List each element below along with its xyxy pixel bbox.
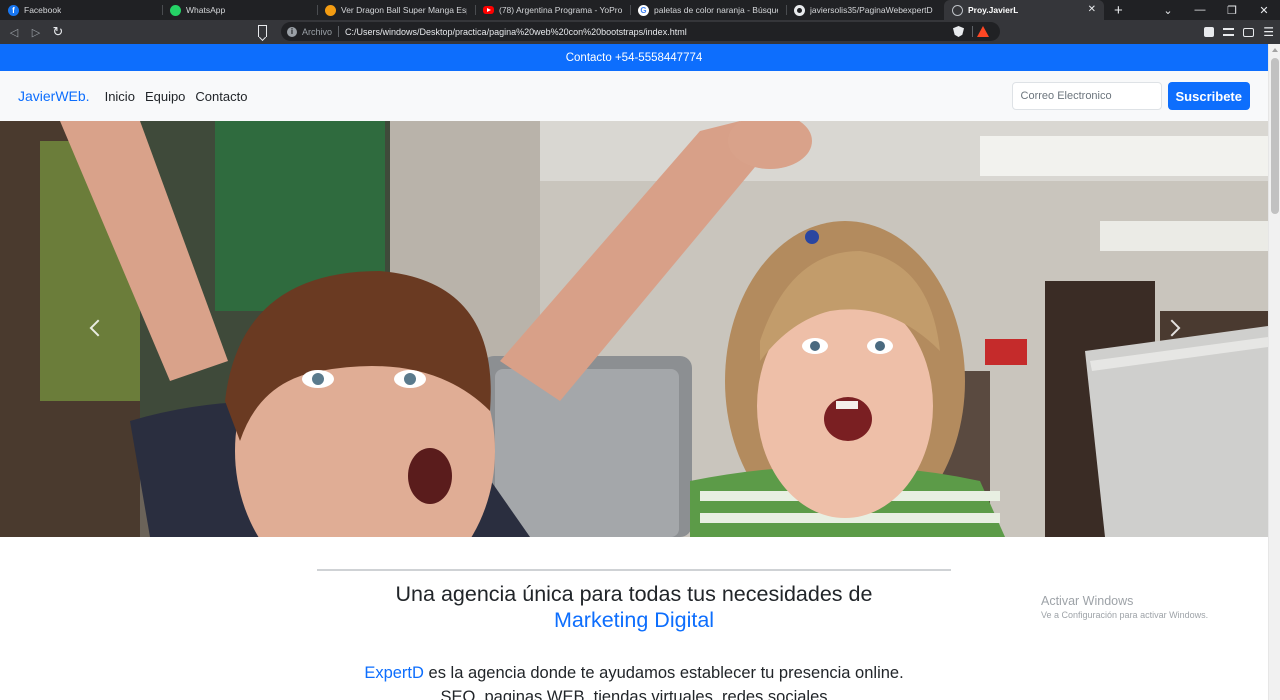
tab-title: (78) Argentina Programa - YoProgram	[499, 5, 622, 15]
tab-search-icon[interactable]: ⌄	[1152, 4, 1184, 17]
tab-dragonball[interactable]: Ver Dragon Ball Super Manga Españo	[317, 0, 475, 20]
close-tab-icon[interactable]: ✕	[1088, 5, 1096, 15]
address-url[interactable]: C:/Users/windows/Desktop/practica/pagina…	[345, 27, 687, 37]
forward-arrow-icon[interactable]: ▷	[25, 26, 47, 39]
reload-icon[interactable]: ↻	[47, 24, 69, 40]
close-window-icon[interactable]: ✕	[1248, 4, 1280, 17]
watermark-subtitle: Ve a Configuración para activar Windows.	[1041, 610, 1209, 620]
google-icon: G	[638, 4, 649, 16]
tab-title: Ver Dragon Ball Super Manga Españo	[341, 5, 467, 15]
tab-title: Facebook	[24, 5, 62, 15]
extensions-icon[interactable]	[1204, 27, 1215, 37]
subscribe-form: Suscribete	[1011, 82, 1250, 110]
reading-list-icon[interactable]	[1223, 28, 1235, 36]
new-tab-button[interactable]: +	[1104, 0, 1133, 20]
hero-carousel	[0, 121, 1268, 537]
toolbar-actions: ☰	[1204, 20, 1274, 44]
headline-text: Una agencia única para todas tus necesid…	[395, 582, 873, 606]
tab-google-search[interactable]: G paletas de color naranja - Búsqueda	[630, 0, 786, 20]
browser-toolbar: ◁ ▷ ↻ i Archivo C:/Users/windows/Desktop…	[0, 20, 1280, 44]
globe-icon	[952, 4, 963, 16]
carousel-prev-button[interactable]	[78, 311, 118, 345]
subscribe-button[interactable]: Suscribete	[1167, 82, 1250, 110]
nav-link-contacto[interactable]: Contacto	[190, 89, 252, 104]
tab-title: paletas de color naranja - Búsqueda	[654, 5, 778, 15]
info-icon[interactable]: i	[287, 26, 297, 37]
carousel-next-button[interactable]	[1152, 311, 1192, 345]
intro-line1: es la agencia donde te ayudamos establec…	[423, 664, 904, 682]
intro-line2: SEO, paginas WEB, tiendas virtuales, red…	[440, 688, 828, 700]
facebook-icon: f	[8, 4, 19, 16]
address-bar[interactable]: i Archivo C:/Users/windows/Desktop/pract…	[281, 22, 1000, 41]
youtube-icon	[483, 6, 494, 14]
tab-title: javiersolis35/PaginaWebexpertD	[810, 5, 933, 15]
headline-accent: Marketing Digital	[553, 608, 715, 632]
whatsapp-icon	[170, 4, 181, 16]
tab-github[interactable]: javiersolis35/PaginaWebexpertD	[786, 0, 944, 20]
nav-link-inicio[interactable]: Inicio	[100, 89, 140, 104]
section-divider	[317, 569, 951, 571]
address-divider	[338, 26, 340, 37]
minimize-icon[interactable]: —	[1184, 4, 1216, 16]
address-scheme-label: Archivo	[302, 26, 333, 37]
restore-icon[interactable]: ❐	[1216, 4, 1248, 17]
tab-proy-javierl[interactable]: Proy.JavierL ✕	[944, 0, 1104, 20]
watermark-title: Activar Windows	[1041, 594, 1134, 608]
nav-links: Inicio Equipo Contacto	[100, 89, 253, 104]
contact-bar: Contacto +54-5558447774	[0, 44, 1268, 71]
intro-brand: ExpertD	[364, 664, 424, 682]
address-divider	[972, 26, 973, 37]
window-controls: ⌄ — ❐ ✕	[1152, 0, 1280, 20]
scrollbar-thumb[interactable]	[1271, 58, 1279, 214]
tab-youtube[interactable]: (78) Argentina Programa - YoProgram	[475, 0, 630, 20]
back-arrow-icon[interactable]: ◁	[3, 26, 25, 39]
nav-link-equipo[interactable]: Equipo	[140, 89, 190, 104]
bookmark-icon[interactable]	[258, 25, 267, 37]
tab-title: WhatsApp	[186, 5, 226, 15]
github-icon	[794, 4, 805, 16]
scroll-up-arrow-icon[interactable]	[1272, 48, 1278, 52]
dragonball-icon	[325, 4, 336, 16]
tab-facebook[interactable]: f Facebook	[0, 0, 162, 20]
brave-rewards-icon[interactable]	[977, 26, 989, 37]
hero-photo	[0, 121, 1268, 537]
wallet-icon[interactable]	[1243, 27, 1255, 37]
brand-logo[interactable]: JavierWEb.	[18, 88, 90, 104]
tab-whatsapp[interactable]: WhatsApp	[162, 0, 317, 20]
chevron-left-icon	[89, 319, 107, 337]
site-navbar: JavierWEb. Inicio Equipo Contacto Suscri…	[0, 71, 1268, 121]
chevron-right-icon	[1163, 319, 1181, 337]
email-input[interactable]	[1011, 82, 1162, 110]
section-headline: Una agencia única para todas tus necesid…	[317, 581, 951, 633]
menu-icon[interactable]: ☰	[1263, 26, 1274, 38]
brave-shields-icon[interactable]	[953, 26, 964, 37]
windows-activation-watermark: Activar Windows Ve a Configuración para …	[1041, 594, 1208, 620]
browser-tab-strip: f Facebook WhatsApp Ver Dragon Ball Supe…	[0, 0, 1280, 20]
tab-title: Proy.JavierL	[968, 5, 1019, 15]
page-scrollbar[interactable]	[1268, 44, 1280, 700]
intro-paragraph: ExpertD es la agencia donde te ayudamos …	[317, 661, 951, 700]
